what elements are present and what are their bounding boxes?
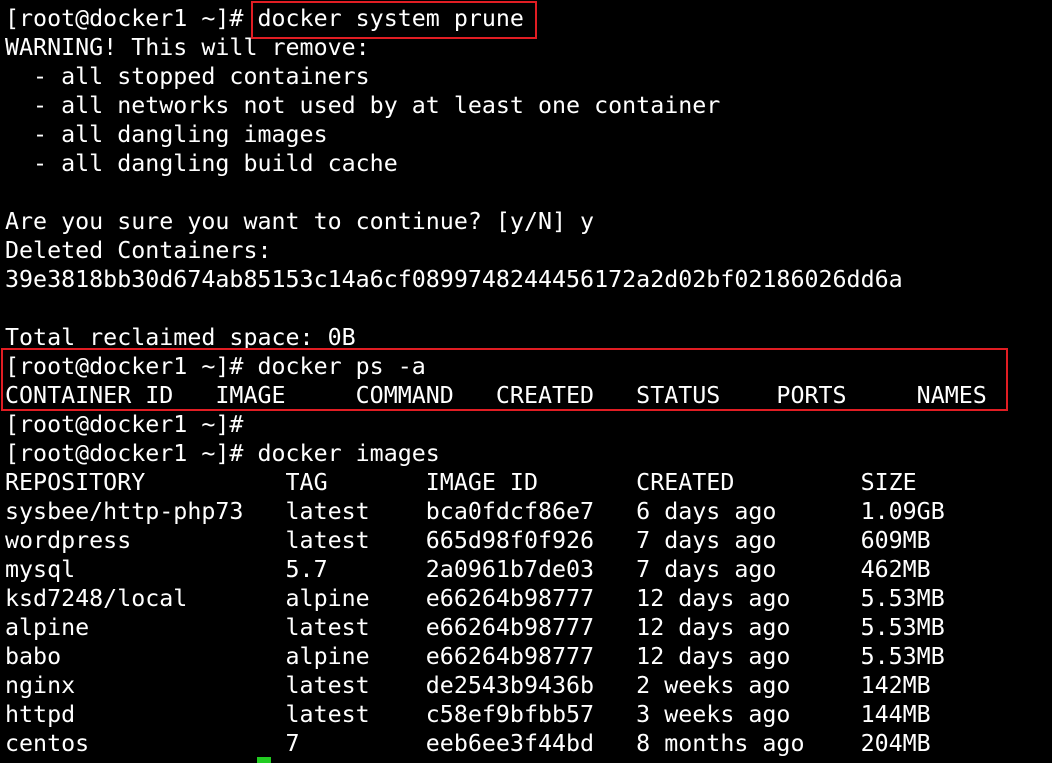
terminal-line: - all networks not used by at least one … [5,92,721,119]
terminal-line: REPOSITORY TAG IMAGE ID CREATED SIZE [5,469,917,496]
terminal-line: [root@docker1 ~]# docker system prune [5,5,524,32]
terminal-line: [root@docker1 ~]# [5,411,244,438]
terminal-line: centos 7 eeb6ee3f44bd 8 months ago 204MB [5,730,931,757]
terminal-line: CONTAINER ID IMAGE COMMAND CREATED STATU… [5,382,987,409]
terminal-cursor [257,757,271,763]
terminal-line: 39e3818bb30d674ab85153c14a6cf08997482444… [5,266,903,293]
terminal-line: - all dangling build cache [5,150,398,177]
terminal-line: WARNING! This will remove: [5,34,370,61]
terminal-line: [root@docker1 ~]# docker ps -a [5,353,426,380]
terminal-line: - all stopped containers [5,63,370,90]
terminal-line: httpd latest c58ef9bfbb57 3 weeks ago 14… [5,701,931,728]
terminal-line: Are you sure you want to continue? [y/N]… [5,208,595,235]
terminal-line: - all dangling images [5,121,328,148]
terminal-line: sysbee/http-php73 latest bca0fdcf86e7 6 … [5,498,945,525]
terminal-line: mysql 5.7 2a0961b7de03 7 days ago 462MB [5,556,931,583]
terminal-line: ksd7248/local alpine e66264b98777 12 day… [5,585,945,612]
terminal-output: [root@docker1 ~]# docker system prune WA… [5,4,987,758]
terminal-line: Deleted Containers: [5,237,272,264]
terminal-window[interactable]: [root@docker1 ~]# docker system prune WA… [0,0,1052,763]
terminal-line: alpine latest e66264b98777 12 days ago 5… [5,614,945,641]
terminal-line: babo alpine e66264b98777 12 days ago 5.5… [5,643,945,670]
terminal-line: [root@docker1 ~]# docker images [5,440,440,467]
terminal-line: wordpress latest 665d98f0f926 7 days ago… [5,527,931,554]
terminal-line: nginx latest de2543b9436b 2 weeks ago 14… [5,672,931,699]
terminal-line: Total reclaimed space: 0B [5,324,356,351]
